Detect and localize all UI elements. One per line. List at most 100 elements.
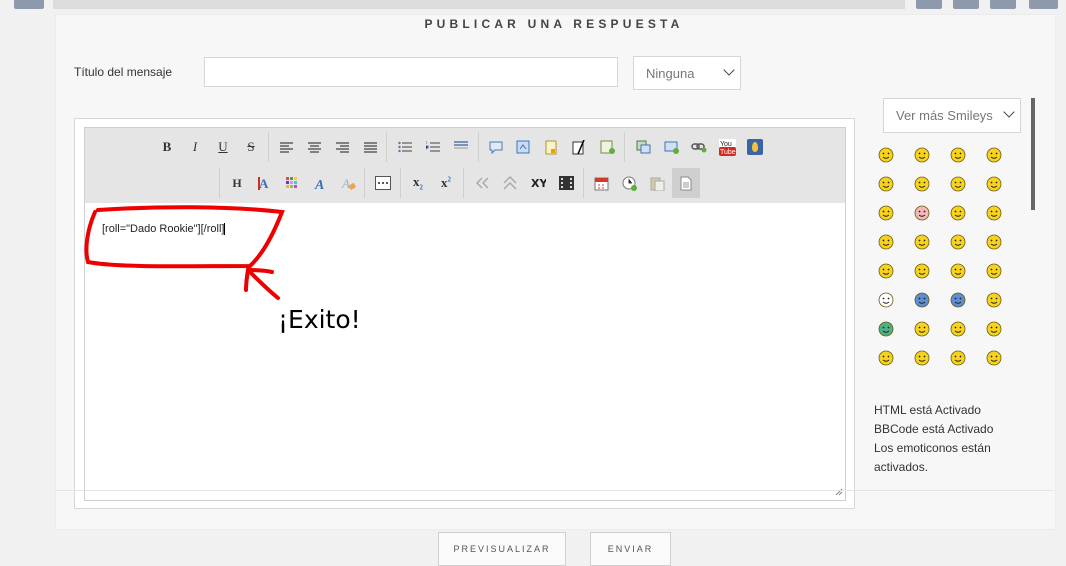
menu-icon[interactable]	[14, 0, 44, 9]
smiley-sick-icon[interactable]	[877, 320, 895, 338]
smiley-cheese-icon[interactable]	[985, 146, 1003, 164]
editor-toolbar: B I U S You Tube H A A A x2 x2 XY	[85, 128, 845, 203]
video-icon[interactable]	[555, 172, 577, 194]
font-icon[interactable]: A	[309, 172, 331, 194]
smiley-wink-icon[interactable]	[949, 146, 967, 164]
smiley-alien-icon[interactable]	[877, 291, 895, 309]
youtube-icon[interactable]: You Tube	[716, 136, 738, 158]
smiley-love-icon[interactable]	[985, 291, 1003, 309]
top-search-bar[interactable]	[53, 0, 905, 9]
smiley-smile-icon[interactable]	[913, 146, 931, 164]
justify-icon[interactable]	[359, 136, 381, 158]
upload-icon[interactable]	[744, 136, 766, 158]
page-title: PUBLICAR UNA RESPUESTA	[424, 17, 684, 31]
title-label: Título del mensaje	[74, 65, 173, 79]
svg-text:A: A	[259, 176, 269, 191]
quote-icon[interactable]	[485, 136, 507, 158]
bbcode-status: BBCode está Activado	[874, 422, 994, 436]
subscript-button[interactable]: x2	[407, 172, 429, 194]
link-icon[interactable]	[688, 136, 710, 158]
smiley-sunglasses-icon[interactable]	[913, 175, 931, 193]
scroll-icon[interactable]	[499, 172, 521, 194]
smiley-silly-icon[interactable]	[985, 320, 1003, 338]
horizontal-rule-icon[interactable]	[450, 134, 472, 156]
smiley-laugh-icon[interactable]	[985, 175, 1003, 193]
post-icon-select[interactable]: Ninguna	[633, 56, 741, 90]
table-icon[interactable]	[596, 136, 618, 158]
toolbar-icon-2[interactable]	[953, 0, 979, 9]
smiley-shock-icon[interactable]	[949, 349, 967, 367]
source-icon[interactable]	[672, 168, 700, 198]
smiley-blush-icon[interactable]	[913, 204, 931, 222]
hide-icon[interactable]	[568, 136, 590, 158]
color-grid-icon[interactable]	[281, 172, 303, 194]
more-smileys-select[interactable]: Ver más Smileys	[883, 98, 1021, 133]
smiley-ninja-icon[interactable]	[949, 291, 967, 309]
separator	[463, 168, 464, 198]
separator	[583, 168, 584, 198]
success-annotation: ¡Exito!	[278, 305, 361, 334]
divider	[55, 490, 1054, 491]
paste-icon[interactable]	[646, 172, 668, 194]
svg-text:A: A	[341, 176, 350, 191]
chevron-down-icon	[1003, 106, 1015, 118]
smiley-tongue-icon[interactable]	[877, 204, 895, 222]
align-right-icon[interactable]	[331, 136, 353, 158]
underline-button[interactable]: U	[212, 136, 234, 158]
flip-icon[interactable]: XY	[527, 172, 549, 194]
code-icon[interactable]	[512, 136, 534, 158]
text-color-icon[interactable]: A	[253, 172, 275, 194]
smiley-arrow-icon[interactable]	[949, 262, 967, 280]
smiley-twisted-icon[interactable]	[877, 233, 895, 251]
smiley-sad-icon[interactable]	[949, 204, 967, 222]
search-icon[interactable]	[990, 0, 1016, 9]
svg-text:A: A	[314, 178, 324, 191]
date-icon[interactable]	[590, 172, 612, 194]
smiley-scrollbar[interactable]	[1031, 98, 1035, 210]
smiley-eek-icon[interactable]	[913, 233, 931, 251]
media-icon[interactable]	[660, 136, 682, 158]
smiley-idea-icon[interactable]	[913, 262, 931, 280]
smiley-worried-icon[interactable]	[985, 349, 1003, 367]
smiley-confused-icon[interactable]	[985, 262, 1003, 280]
smiley-exclaim-icon[interactable]	[985, 233, 1003, 251]
smiley-confused2-icon[interactable]	[913, 320, 931, 338]
smiley-question-icon[interactable]	[877, 262, 895, 280]
align-center-icon[interactable]	[303, 136, 325, 158]
more-icon[interactable]	[372, 172, 394, 194]
html-status: HTML está Activado	[874, 403, 981, 417]
time-icon[interactable]	[618, 172, 640, 194]
smiley-biggrin-icon[interactable]	[877, 349, 895, 367]
align-left-icon[interactable]	[275, 136, 297, 158]
italic-button[interactable]: I	[184, 136, 206, 158]
toolbar-icon-1[interactable]	[916, 0, 942, 9]
numbered-list-icon[interactable]	[422, 136, 444, 158]
separator	[268, 132, 269, 162]
emoticons-status-cont: activados.	[874, 460, 929, 474]
undo-icon[interactable]	[471, 172, 493, 194]
separator	[400, 168, 401, 198]
bullet-list-icon[interactable]	[394, 136, 416, 158]
separator	[219, 168, 220, 198]
user-icon[interactable]	[1029, 0, 1058, 9]
chevron-down-icon	[723, 64, 735, 76]
smiley-grin-icon[interactable]	[877, 146, 895, 164]
bold-button[interactable]: B	[156, 136, 178, 158]
smiley-star-icon[interactable]	[913, 291, 931, 309]
superscript-button[interactable]: x2	[435, 172, 457, 194]
smiley-cool-icon[interactable]	[877, 175, 895, 193]
separator	[478, 132, 479, 162]
smiley-neutral2-icon[interactable]	[949, 320, 967, 338]
heading-button[interactable]: H	[226, 172, 248, 194]
smiley-neutral-icon[interactable]	[949, 233, 967, 251]
smiley-happy-icon[interactable]	[913, 349, 931, 367]
smiley-lol-icon[interactable]	[949, 175, 967, 193]
svg-text:XY: XY	[531, 177, 546, 190]
smiley-evil-icon[interactable]	[985, 204, 1003, 222]
title-input[interactable]	[204, 57, 618, 87]
spoiler-icon[interactable]	[540, 136, 562, 158]
image-icon[interactable]	[632, 136, 654, 158]
remove-format-icon[interactable]: A	[337, 172, 359, 194]
svg-text:You: You	[720, 141, 732, 148]
strike-button[interactable]: S	[240, 136, 262, 158]
